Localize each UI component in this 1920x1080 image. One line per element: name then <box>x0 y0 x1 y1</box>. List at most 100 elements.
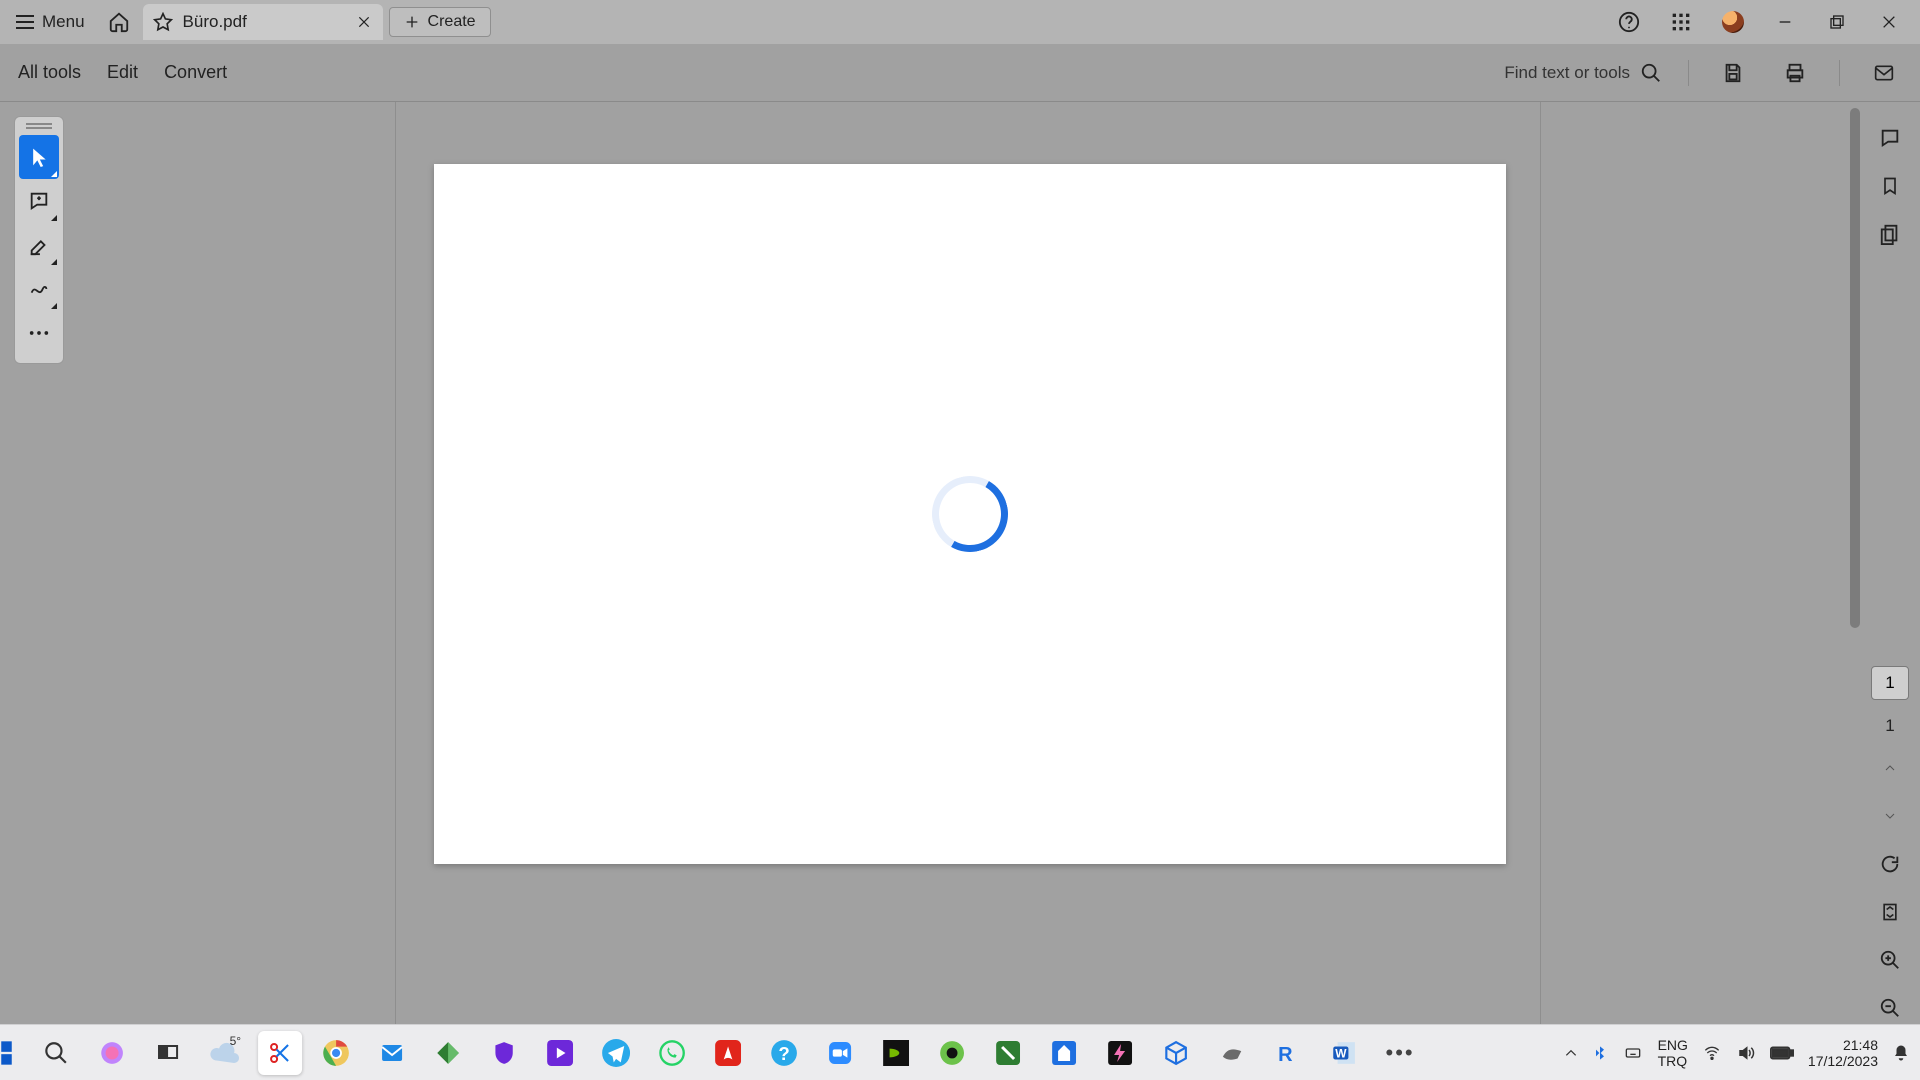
tab-title: Büro.pdf <box>183 12 247 32</box>
zoom-icon <box>826 1042 854 1064</box>
comments-panel-button[interactable] <box>1872 122 1908 154</box>
taskbar-app-snip[interactable] <box>258 1031 302 1075</box>
home-button[interactable] <box>101 6 137 38</box>
taskbar-app-whatsapp[interactable] <box>650 1031 694 1075</box>
chevron-down-icon <box>1881 810 1899 822</box>
find-label: Find text or tools <box>1504 63 1630 83</box>
total-pages: 1 <box>1885 716 1894 736</box>
prev-page-button[interactable] <box>1872 752 1908 784</box>
time: 21:48 <box>1808 1037 1878 1053</box>
taskbar-app-sketchup[interactable] <box>1154 1031 1198 1075</box>
divider <box>1839 60 1840 86</box>
fit-page-button[interactable] <box>1872 896 1908 928</box>
language-indicator[interactable]: ENG TRQ <box>1658 1037 1688 1069</box>
taskbar-app-telegram[interactable] <box>594 1031 638 1075</box>
keyboard-icon[interactable] <box>1622 1045 1644 1061</box>
menu-button[interactable]: Menu <box>6 6 95 38</box>
toolbar: All tools Edit Convert Find text or tool… <box>0 44 1920 102</box>
taskbar-app-zoom[interactable] <box>818 1031 862 1075</box>
print-button[interactable] <box>1777 57 1813 89</box>
wifi-icon[interactable] <box>1702 1045 1722 1061</box>
avatar-icon <box>1722 11 1744 33</box>
print-icon <box>1784 62 1806 84</box>
save-icon <box>1722 62 1744 84</box>
current-page-input[interactable]: 1 <box>1871 666 1909 700</box>
revit-icon: R <box>1276 1041 1300 1065</box>
pdf-page <box>434 164 1506 864</box>
taskbar-taskview[interactable] <box>146 1031 190 1075</box>
taskbar-app-nvidia[interactable] <box>874 1031 918 1075</box>
next-page-button[interactable] <box>1872 800 1908 832</box>
windows-taskbar: 5° ? <box>0 1024 1920 1080</box>
find-button[interactable]: Find text or tools <box>1504 62 1662 84</box>
bluetooth-icon[interactable] <box>1592 1043 1608 1063</box>
svg-text:R: R <box>1278 1044 1293 1065</box>
taskbar-app-green-leaf[interactable] <box>986 1031 1030 1075</box>
target-icon <box>939 1040 965 1066</box>
mail-icon <box>378 1041 406 1065</box>
taskbar-app-purple[interactable] <box>538 1031 582 1075</box>
taskbar-overflow[interactable]: ••• <box>1378 1031 1422 1075</box>
taskbar-app-word[interactable]: W <box>1322 1031 1366 1075</box>
taskbar-app-dark-bolt[interactable] <box>1098 1031 1142 1075</box>
edit-button[interactable]: Edit <box>107 62 138 83</box>
taskbar-app-help[interactable]: ? <box>762 1031 806 1075</box>
page-divider-left <box>52 102 396 1024</box>
divider <box>1688 60 1689 86</box>
taskbar-app-brave[interactable] <box>482 1031 526 1075</box>
create-label: Create <box>428 13 476 31</box>
chat-icon <box>1879 127 1901 149</box>
star-icon <box>153 12 173 32</box>
taskbar-app-revit[interactable]: R <box>1266 1031 1310 1075</box>
all-tools-button[interactable]: All tools <box>18 62 81 83</box>
right-rail: 1 1 <box>1860 102 1920 1024</box>
rotate-icon <box>1879 853 1901 875</box>
zoom-out-button[interactable] <box>1872 992 1908 1024</box>
close-icon <box>1881 14 1897 30</box>
document-tab[interactable]: Büro.pdf <box>143 4 383 40</box>
taskbar-weather[interactable]: 5° <box>202 1031 246 1075</box>
help-circle-icon: ? <box>770 1039 798 1067</box>
taskbar-app-chrome[interactable] <box>314 1031 358 1075</box>
battery-icon[interactable] <box>1770 1046 1794 1060</box>
bookmarks-panel-button[interactable] <box>1872 170 1908 202</box>
notifications-icon[interactable] <box>1892 1043 1910 1063</box>
taskbar-copilot[interactable] <box>90 1031 134 1075</box>
create-button[interactable]: Create <box>389 7 491 37</box>
convert-button[interactable]: Convert <box>164 62 227 83</box>
chrome-icon <box>322 1039 350 1067</box>
fit-page-icon <box>1880 901 1900 923</box>
share-email-button[interactable] <box>1866 57 1902 89</box>
lang-secondary: TRQ <box>1658 1053 1688 1069</box>
taskbar-app-archicad[interactable] <box>1042 1031 1086 1075</box>
taskbar-app-mail[interactable] <box>370 1031 414 1075</box>
bookmark-icon <box>1880 175 1900 197</box>
whatsapp-icon <box>658 1039 686 1067</box>
word-icon: W <box>1331 1040 1357 1066</box>
taskbar-app-green-diamond[interactable] <box>426 1031 470 1075</box>
lang-primary: ENG <box>1658 1037 1688 1053</box>
window-close[interactable] <box>1864 0 1914 44</box>
save-button[interactable] <box>1715 57 1751 89</box>
window-minimize[interactable] <box>1760 0 1810 44</box>
thumbnails-panel-button[interactable] <box>1872 218 1908 250</box>
apps-grid-button[interactable] <box>1656 0 1706 44</box>
taskbar-app-acrobat[interactable] <box>706 1031 750 1075</box>
telegram-icon <box>602 1039 630 1067</box>
rotate-button[interactable] <box>1872 848 1908 880</box>
help-button[interactable] <box>1604 0 1654 44</box>
tray-chevron-icon[interactable] <box>1564 1046 1578 1060</box>
taskbar-search[interactable] <box>34 1031 78 1075</box>
clock[interactable]: 21:48 17/12/2023 <box>1808 1037 1878 1069</box>
vertical-scrollbar[interactable] <box>1850 108 1860 628</box>
account-avatar[interactable] <box>1708 0 1758 44</box>
start-button[interactable] <box>0 1031 22 1075</box>
taskbar-app-green-circle[interactable] <box>930 1031 974 1075</box>
document-canvas[interactable] <box>0 102 1860 1024</box>
taskbar-app-rhino[interactable] <box>1210 1031 1254 1075</box>
shield-icon <box>491 1040 517 1066</box>
zoom-in-button[interactable] <box>1872 944 1908 976</box>
window-restore[interactable] <box>1812 0 1862 44</box>
tab-close-button[interactable] <box>357 15 371 29</box>
volume-icon[interactable] <box>1736 1044 1756 1062</box>
